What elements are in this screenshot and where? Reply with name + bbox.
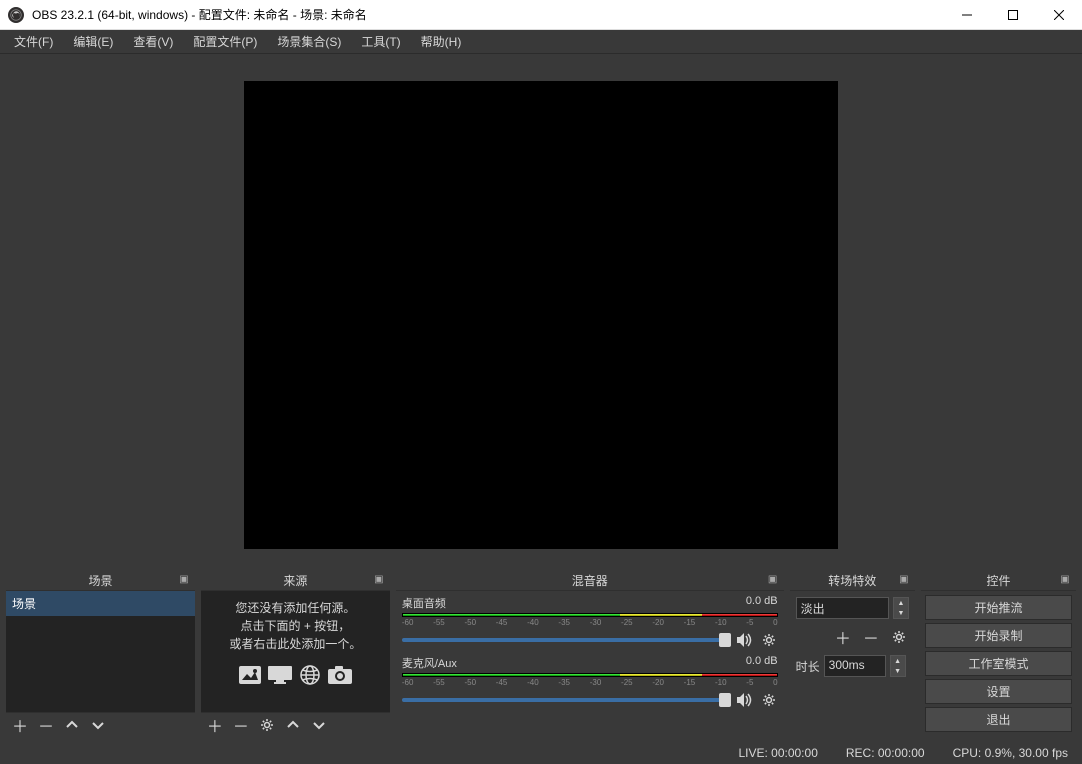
mixer-channel: 桌面音频 0.0 dB -60-55-50-45-40-35-30-25-20-1… xyxy=(402,595,778,649)
scene-item[interactable]: 场景 xyxy=(6,591,195,616)
dock-button[interactable]: ▣ xyxy=(372,573,386,587)
duration-spinner[interactable]: ▲▼ xyxy=(890,655,906,677)
volume-slider[interactable] xyxy=(402,698,730,702)
speaker-icon[interactable] xyxy=(736,631,754,649)
channel-level: 0.0 dB xyxy=(746,595,778,611)
channel-level: 0.0 dB xyxy=(746,655,778,671)
close-button[interactable] xyxy=(1036,0,1082,29)
duration-label: 时长 xyxy=(796,658,820,675)
menu-tools[interactable]: 工具(T) xyxy=(351,30,410,54)
menu-help[interactable]: 帮助(H) xyxy=(411,30,472,54)
menubar: 文件(F) 编辑(E) 查看(V) 配置文件(P) 场景集合(S) 工具(T) … xyxy=(0,30,1082,54)
globe-icon xyxy=(297,663,323,687)
preview-canvas[interactable] xyxy=(244,81,838,549)
status-rec: REC: 00:00:00 xyxy=(846,746,925,760)
start-recording-button[interactable]: 开始录制 xyxy=(925,623,1072,648)
transition-spinner[interactable]: ▲▼ xyxy=(893,597,909,619)
controls-panel: 控件▣ 开始推流 开始录制 工作室模式 设置 退出 xyxy=(921,571,1076,736)
controls-header: 控件▣ xyxy=(921,571,1076,591)
mixer-header: 混音器▣ xyxy=(396,571,784,591)
add-scene-button[interactable]: ＋ xyxy=(10,715,30,735)
status-cpu: CPU: 0.9%, 30.00 fps xyxy=(953,746,1068,760)
studio-mode-button[interactable]: 工作室模式 xyxy=(925,651,1072,676)
image-icon xyxy=(237,663,263,687)
volume-slider[interactable] xyxy=(402,638,730,642)
menu-file[interactable]: 文件(F) xyxy=(4,30,63,54)
add-source-button[interactable]: ＋ xyxy=(205,715,225,735)
add-transition-button[interactable]: ＋ xyxy=(833,627,853,647)
camera-icon xyxy=(327,663,353,687)
start-streaming-button[interactable]: 开始推流 xyxy=(925,595,1072,620)
sources-panel: 来源▣ 您还没有添加任何源。 点击下面的 + 按钮， 或者右击此处添加一个。 ＋… xyxy=(201,571,390,736)
meter-ticks: -60-55-50-45-40-35-30-25-20-15-10-50 xyxy=(402,618,778,627)
transitions-panel: 转场特效▣ 淡出 ▲▼ ＋ － 时长 300ms ▲▼ xyxy=(790,571,915,736)
transition-properties-button[interactable] xyxy=(889,627,909,647)
transition-select[interactable]: 淡出 xyxy=(796,597,889,619)
dock-button[interactable]: ▣ xyxy=(766,573,780,587)
remove-transition-button[interactable]: － xyxy=(861,627,881,647)
menu-profile[interactable]: 配置文件(P) xyxy=(183,30,267,54)
transitions-header: 转场特效▣ xyxy=(790,571,915,591)
sources-header: 来源▣ xyxy=(201,571,390,591)
meter-ticks: -60-55-50-45-40-35-30-25-20-15-10-50 xyxy=(402,678,778,687)
move-down-button[interactable] xyxy=(309,715,329,735)
menu-scene-collection[interactable]: 场景集合(S) xyxy=(267,30,351,54)
scenes-panel: 场景▣ 场景 ＋ － xyxy=(6,571,195,736)
audio-meter xyxy=(402,613,778,617)
mixer-panel: 混音器▣ 桌面音频 0.0 dB -60-55-50-45-40-35-30-25… xyxy=(396,571,784,736)
move-up-button[interactable] xyxy=(283,715,303,735)
source-properties-button[interactable] xyxy=(257,715,277,735)
audio-meter xyxy=(402,673,778,677)
dock-button[interactable]: ▣ xyxy=(897,573,911,587)
remove-scene-button[interactable]: － xyxy=(36,715,56,735)
dock-button[interactable]: ▣ xyxy=(1058,573,1072,587)
minimize-button[interactable] xyxy=(944,0,990,29)
titlebar: OBS 23.2.1 (64-bit, windows) - 配置文件: 未命名… xyxy=(0,0,1082,30)
move-down-button[interactable] xyxy=(88,715,108,735)
move-up-button[interactable] xyxy=(62,715,82,735)
gear-icon[interactable] xyxy=(760,691,778,709)
menu-edit[interactable]: 编辑(E) xyxy=(63,30,123,54)
statusbar: LIVE: 00:00:00 REC: 00:00:00 CPU: 0.9%, … xyxy=(0,742,1082,764)
dock-button[interactable]: ▣ xyxy=(177,573,191,587)
preview-area xyxy=(0,54,1082,571)
gear-icon[interactable] xyxy=(760,631,778,649)
scenes-header: 场景▣ xyxy=(6,571,195,591)
window-title: OBS 23.2.1 (64-bit, windows) - 配置文件: 未命名… xyxy=(32,6,944,23)
status-live: LIVE: 00:00:00 xyxy=(738,746,817,760)
obs-logo-icon xyxy=(8,7,24,23)
duration-input[interactable]: 300ms xyxy=(824,655,886,677)
maximize-button[interactable] xyxy=(990,0,1036,29)
channel-name: 桌面音频 xyxy=(402,595,446,611)
mixer-channel: 麦克风/Aux 0.0 dB -60-55-50-45-40-35-30-25-2… xyxy=(402,655,778,709)
monitor-icon xyxy=(267,663,293,687)
remove-source-button[interactable]: － xyxy=(231,715,251,735)
channel-name: 麦克风/Aux xyxy=(402,655,457,671)
sources-empty-text: 您还没有添加任何源。 点击下面的 + 按钮， 或者右击此处添加一个。 xyxy=(201,591,390,659)
menu-view[interactable]: 查看(V) xyxy=(123,30,183,54)
settings-button[interactable]: 设置 xyxy=(925,679,1072,704)
exit-button[interactable]: 退出 xyxy=(925,707,1072,732)
speaker-icon[interactable] xyxy=(736,691,754,709)
